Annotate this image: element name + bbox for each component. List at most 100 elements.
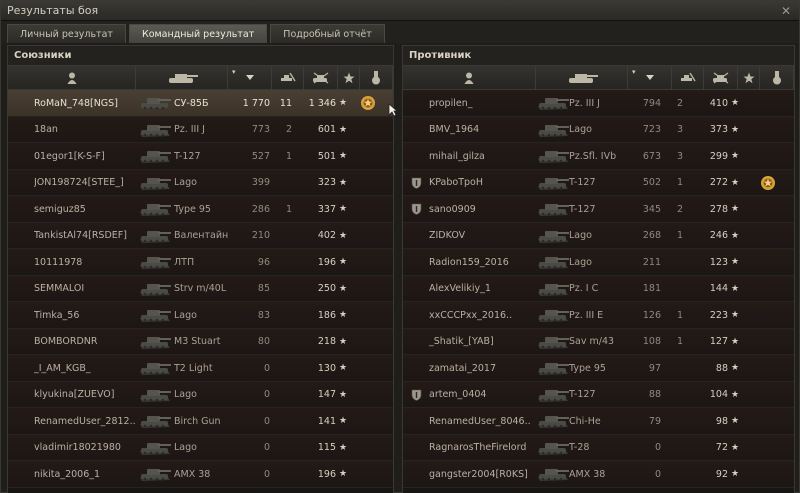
player-row[interactable]: _I_AM_KGB_ T2 Light 0 130 ★	[8, 355, 393, 382]
xp-star-icon: ★	[731, 177, 740, 188]
xp-value: 72	[715, 442, 728, 453]
xp-value: 278	[709, 203, 728, 215]
xp-star-icon: ★	[339, 98, 348, 108]
damage-value: 0	[263, 415, 270, 427]
player-row[interactable]: propilen_ Pz. III J 794 2 410 ★	[403, 90, 794, 117]
xp-star-icon: ★	[731, 98, 740, 108]
damage-value: 673	[642, 150, 661, 162]
column-tank[interactable]	[136, 66, 228, 90]
player-name: _Shatik_[YAB]	[429, 336, 494, 347]
damage-value: 88	[648, 389, 661, 400]
player-row[interactable]: 01egor1[K-S-F] T-127 527 1 501 ★	[8, 143, 393, 170]
frags-value	[276, 302, 292, 328]
damage-value: 723	[642, 124, 661, 135]
player-row[interactable]: _Shatik_[YAB] Sav m/43 108 1 127 ★	[403, 328, 794, 355]
player-name: ZIDKOV	[429, 230, 466, 241]
tank-icon	[168, 74, 198, 83]
tank-icon	[538, 177, 569, 190]
tank-icon	[140, 310, 171, 322]
xp-value: 410	[709, 97, 728, 109]
player-row[interactable]: KPaboTpoH T-127 502 1 272 ★	[403, 169, 794, 196]
frags-value	[665, 249, 683, 275]
player-row[interactable]: SEMMALOI Strv m/40L 85 250 ★	[8, 275, 393, 302]
player-row[interactable]: BMV_1964 Lago 723 3 373 ★	[403, 116, 794, 143]
tank-icon	[140, 469, 171, 481]
tank-name: M3 Stuart	[174, 336, 221, 347]
frags-value	[276, 170, 292, 196]
player-row[interactable]: vladimir18021980 Lago 0 115 ★	[8, 434, 393, 461]
xp-star-icon: ★	[339, 442, 348, 453]
tank-icon	[140, 124, 171, 137]
close-icon[interactable]: ✕	[779, 4, 793, 18]
tank-name: Pz. I C	[569, 283, 599, 294]
player-row[interactable]: JON198724[STEE_] Lago 399 323 ★	[8, 169, 393, 196]
player-row[interactable]: Timka_56 Lago 83 186 ★	[8, 302, 393, 329]
player-row[interactable]: gangster2004[R0KS] AMX 38 0 92 ★	[403, 461, 794, 488]
tab-personal[interactable]: Личный результат	[7, 24, 126, 43]
player-row[interactable]: Radion159_2016 Lago 211 123 ★	[403, 249, 794, 276]
column-medal[interactable]	[360, 66, 393, 90]
tank-icon	[140, 363, 171, 375]
player-row[interactable]: xxCCCPxx_2016.. Pz. III E 126 1 223 ★	[403, 302, 794, 329]
tank-icon	[140, 230, 171, 243]
column-damage[interactable]	[304, 66, 338, 90]
xp-value: 104	[709, 389, 728, 400]
column-damage[interactable]	[704, 66, 738, 90]
tank-name: T-28	[569, 442, 590, 453]
player-row[interactable]: artem_0404 T-127 88 104 ★	[403, 381, 794, 408]
xp-value: 147	[317, 389, 336, 400]
player-row[interactable]: zamatai_2017 Type 95 97 88 ★	[403, 355, 794, 382]
player-name: propilen_	[429, 97, 473, 109]
xp-value: 123	[709, 256, 728, 268]
tank-name: T-127	[174, 150, 201, 162]
column-player[interactable]	[8, 66, 136, 90]
player-row[interactable]: klyukina[ZUEVO] Lago 0 147 ★	[8, 381, 393, 408]
player-row[interactable]: 10111978 ЛТП 96 196 ★	[8, 249, 393, 276]
tank-name: AMX 38	[174, 468, 211, 480]
player-row[interactable]: 18an Pz. III J 773 2 601 ★	[8, 116, 393, 143]
xp-star-icon: ★	[731, 389, 740, 400]
tank-icon	[140, 98, 171, 110]
player-row[interactable]: nikita_2006_1 AMX 38 0 196 ★	[8, 461, 393, 488]
player-row[interactable]: semiguz85 Type 95 286 1 337 ★	[8, 196, 393, 223]
damage-value: 0	[654, 468, 661, 480]
player-name: gangster2004[R0KS]	[429, 468, 528, 480]
tank-name: T2 Light	[174, 362, 213, 374]
player-row[interactable]: TankistAl74[RSDEF] Валентайн II 210 402 ★	[8, 222, 393, 249]
tank-name: Lago	[569, 256, 592, 268]
frags-value: 2	[676, 203, 683, 215]
player-row[interactable]: RagnarosTheFirelord T-28 0 72 ★	[403, 434, 794, 461]
frags-value	[665, 355, 683, 381]
column-frags[interactable]	[672, 66, 704, 90]
player-row[interactable]: RenamedUser_8046.. Chi-He 79 98 ★	[403, 408, 794, 435]
player-row[interactable]: AlexVelikiy_1 Pz. I C 181 144 ★	[403, 275, 794, 302]
player-row[interactable]: BOMBORDNR M3 Stuart 80 218 ★	[8, 328, 393, 355]
column-tank[interactable]	[536, 66, 628, 90]
tab-team[interactable]: Командный результат	[128, 24, 268, 43]
xp-value: 115	[317, 442, 336, 453]
player-row[interactable]: RoMaN_748[NGS] СУ-85Б 1 770 11 1 346 ★	[8, 90, 393, 117]
player-row[interactable]: sano0909 T-127 345 2 278 ★	[403, 196, 794, 223]
xp-value: 501	[317, 150, 336, 162]
column-medal[interactable]	[760, 66, 794, 90]
damage-value: 83	[257, 309, 270, 321]
xp-star-icon: ★	[339, 151, 348, 161]
tank-name: AMX 38	[569, 468, 606, 480]
tab-detailed[interactable]: Подробный отчёт	[270, 24, 385, 43]
column-frags[interactable]	[272, 66, 304, 90]
player-row[interactable]: mihail_gilza Pz.Sfl. IVb 673 3 299 ★	[403, 143, 794, 170]
xp-value: 601	[317, 124, 336, 135]
frags-value	[276, 276, 292, 302]
frags-value: 3	[676, 124, 683, 135]
xp-value: 337	[317, 203, 336, 215]
sort-indicator: ▾	[232, 68, 236, 76]
column-xp-star[interactable]	[738, 66, 760, 90]
tank-name: Sav m/43	[569, 336, 615, 347]
column-player[interactable]	[403, 66, 536, 90]
xp-star-icon: ★	[339, 389, 348, 400]
xp-star-icon: ★	[731, 283, 740, 294]
xp-value: 218	[317, 336, 336, 347]
player-row[interactable]: RenamedUser_2812.. Birch Gun 0 141 ★	[8, 408, 393, 435]
column-xp-star[interactable]	[338, 66, 360, 90]
player-row[interactable]: ZIDKOV Lago 268 1 246 ★	[403, 222, 794, 249]
